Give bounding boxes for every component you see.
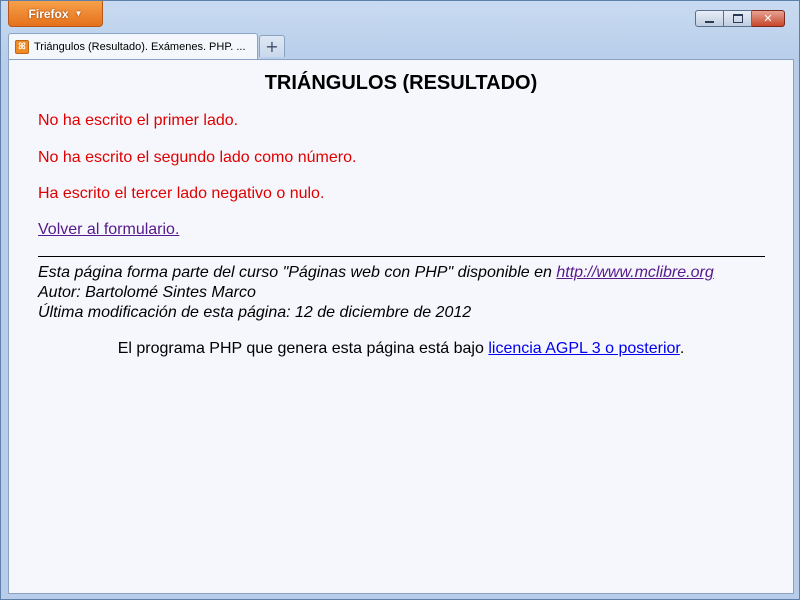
window-controls: ✕: [695, 10, 785, 27]
browser-window: Firefox ▼ ✕ ꕤ Triángulos (Resultado). Ex…: [0, 0, 800, 600]
firefox-menu-label: Firefox: [28, 6, 69, 21]
tab-bar: ꕤ Triángulos (Resultado). Exámenes. PHP.…: [8, 33, 794, 59]
close-icon: ✕: [763, 12, 773, 25]
license-suffix: .: [679, 340, 685, 357]
close-window-button[interactable]: ✕: [752, 10, 785, 27]
firefox-menu-button[interactable]: Firefox ▼: [8, 1, 103, 27]
page-footer: Esta página forma parte del curso "Págin…: [38, 263, 714, 323]
error-message-second-side: No ha escrito el segundo lado como númer…: [38, 149, 357, 166]
new-tab-button[interactable]: +: [259, 35, 285, 57]
error-message-third-side: Ha escrito el tercer lado negativo o nul…: [38, 185, 325, 202]
tab-title: Triángulos (Resultado). Exámenes. PHP. .…: [34, 40, 246, 53]
minimize-button[interactable]: [695, 10, 724, 27]
license-notice: El programa PHP que genera esta página e…: [9, 340, 793, 358]
chevron-down-icon: ▼: [74, 9, 83, 18]
page-title: TRIÁNGULOS (RESULTADO): [264, 72, 538, 94]
license-link[interactable]: licencia AGPL 3 o posterior: [488, 340, 680, 357]
course-text: Esta página forma parte del curso "Págin…: [38, 264, 552, 281]
back-to-form-link[interactable]: Volver al formulario.: [38, 221, 179, 239]
course-info: Esta página forma parte del curso "Págin…: [38, 263, 714, 283]
mclibre-link[interactable]: http://www.mclibre.org: [556, 264, 713, 281]
license-text: El programa PHP que genera esta página e…: [117, 340, 484, 357]
error-message-first-side: No ha escrito el primer lado.: [38, 112, 239, 129]
xampp-favicon-icon: ꕤ: [15, 39, 29, 54]
author-line: Autor: Bartolomé Sintes Marco: [38, 284, 256, 301]
page-content: TRIÁNGULOS (RESULTADO) No ha escrito el …: [8, 59, 794, 594]
last-modified-line: Última modificación de esta página: 12 d…: [38, 304, 472, 321]
maximize-button[interactable]: [724, 10, 752, 27]
minimize-icon: [705, 20, 714, 23]
tab-active[interactable]: ꕤ Triángulos (Resultado). Exámenes. PHP.…: [8, 33, 258, 59]
maximize-icon: [732, 14, 743, 23]
plus-icon: +: [265, 37, 279, 56]
horizontal-rule: [38, 256, 765, 257]
